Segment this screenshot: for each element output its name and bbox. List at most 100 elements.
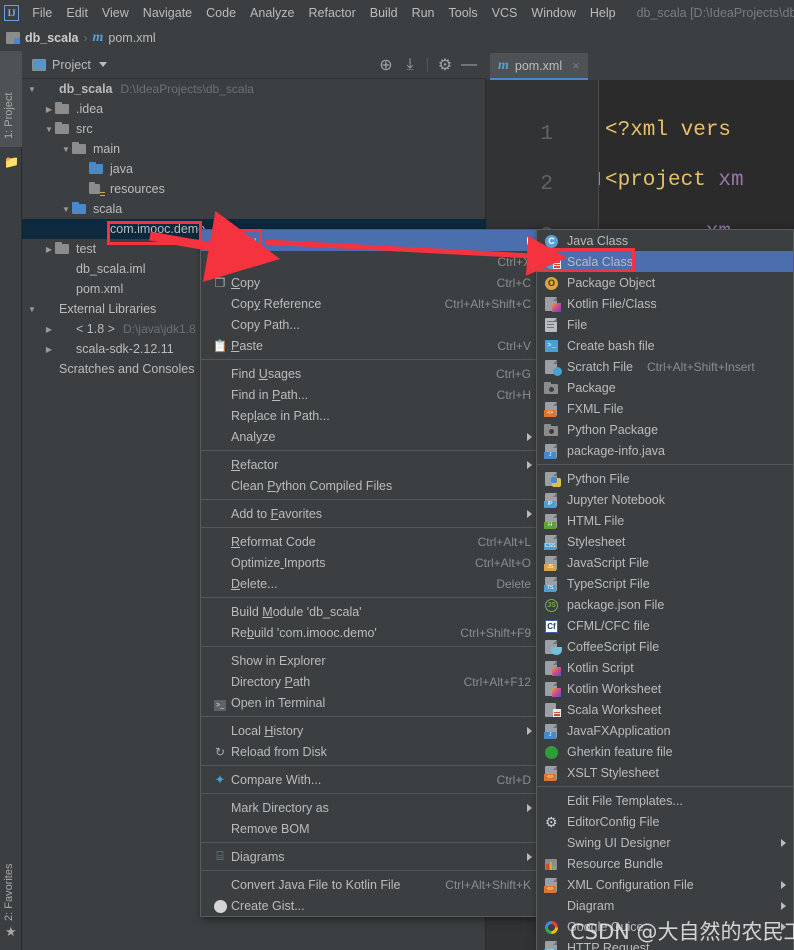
menu-run[interactable]: Run [405,4,442,22]
context-menu-item-compare-with[interactable]: ✦ Compare With... Ctrl+D [201,769,539,790]
submenu-item-swing-ui-designer[interactable]: Swing UI Designer [537,832,793,853]
context-menu-item-copy-path[interactable]: Copy Path... [201,314,539,335]
context-menu-item-replace-in-path[interactable]: Replace in Path... [201,405,539,426]
chevron-down-icon[interactable]: ▼ [43,125,55,134]
breadcrumb-project[interactable]: db_scala [25,31,79,45]
tree-node-java[interactable]: java [22,159,486,179]
submenu-item-stylesheet[interactable]: CSS Stylesheet [537,531,793,552]
submenu-item-python-package[interactable]: Python Package [537,419,793,440]
submenu-item-xslt-stylesheet[interactable]: <> XSLT Stylesheet [537,762,793,783]
submenu-item-html-file[interactable]: H HTML File [537,510,793,531]
folder-icon[interactable]: 📁 [4,155,19,169]
tool-button-project[interactable]: 1: Project [0,51,22,147]
chevron-right-icon[interactable]: ▶ [43,325,55,334]
chevron-down-icon[interactable]: ▼ [60,145,72,154]
submenu-item-coffeescript-file[interactable]: CoffeeScript File [537,636,793,657]
submenu-item-python-file[interactable]: Python File [537,468,793,489]
close-icon[interactable]: × [572,58,580,73]
submenu-item-fxml-file[interactable]: <> FXML File [537,398,793,419]
context-menu-item-open-in-terminal[interactable]: >_ Open in Terminal [201,692,539,713]
submenu-item-javafxapplication[interactable]: J JavaFXApplication [537,720,793,741]
tree-node-main[interactable]: ▼ main [22,139,486,159]
hide-icon[interactable]: — [458,54,480,76]
submenu-item-scala-worksheet[interactable]: Scala Worksheet [537,699,793,720]
chevron-right-icon[interactable]: ▶ [43,105,55,114]
context-menu-item-find-usages[interactable]: Find Usages Ctrl+G [201,363,539,384]
chevron-right-icon[interactable]: ▶ [43,345,55,354]
menu-build[interactable]: Build [363,4,405,22]
tree-node-resources[interactable]: resources [22,179,486,199]
tool-button-favorites[interactable]: 2: Favorites ★ [0,841,22,950]
submenu-item-scala-class[interactable]: Scala Class [537,251,793,272]
context-menu-item-find-in-path[interactable]: Find in Path... Ctrl+H [201,384,539,405]
context-menu-item-analyze[interactable]: Analyze [201,426,539,447]
context-menu-item-reformat-code[interactable]: Reformat Code Ctrl+Alt+L [201,531,539,552]
context-menu-item-build-module-db-scala[interactable]: Build Module 'db_scala' [201,601,539,622]
chevron-down-icon[interactable]: ▼ [60,205,72,214]
context-menu-item-diagrams[interactable]: ⌸ Diagrams [201,846,539,867]
submenu-item-package-object[interactable]: O Package Object [537,272,793,293]
context-menu-item-convert-java-file-to-kotlin-file[interactable]: Convert Java File to Kotlin File Ctrl+Alt… [201,874,539,895]
context-menu-item-clean-python-compiled-files[interactable]: Clean Python Compiled Files [201,475,539,496]
menu-view[interactable]: View [95,4,136,22]
context-menu-item-cut[interactable]: ✂ Cut Ctrl+X [201,251,539,272]
chevron-down-icon[interactable]: ▼ [26,85,38,94]
context-menu-item-add-to-favorites[interactable]: Add to Favorites [201,503,539,524]
submenu-item-cfml-cfc-file[interactable]: Cf CFML/CFC file [537,615,793,636]
submenu-item-diagram[interactable]: Diagram [537,895,793,916]
menu-vcs[interactable]: VCS [485,4,525,22]
menu-edit[interactable]: Edit [59,4,95,22]
context-menu-item-optimize-imports[interactable]: Optimize Imports Ctrl+Alt+O [201,552,539,573]
settings-gear-icon[interactable]: ⚙ [434,54,456,76]
submenu-item-java-class[interactable]: C Java Class [537,230,793,251]
context-menu-item-rebuild-com-imooc-demo[interactable]: Rebuild 'com.imooc.demo' Ctrl+Shift+F9 [201,622,539,643]
menu-analyze[interactable]: Analyze [243,4,301,22]
context-menu-item-reload-from-disk[interactable]: ↻ Reload from Disk [201,741,539,762]
submenu-item-kotlin-file-class[interactable]: Kotlin File/Class [537,293,793,314]
submenu-item-create-bash-file[interactable]: >_ Create bash file [537,335,793,356]
code-fold-icon[interactable]: − [599,172,602,191]
breadcrumb-file[interactable]: pom.xml [108,31,155,45]
context-menu-item-paste[interactable]: 📋 Paste Ctrl+V [201,335,539,356]
locate-icon[interactable]: ⊕ [375,54,397,76]
submenu-item-javascript-file[interactable]: JS JavaScript File [537,552,793,573]
submenu-item-kotlin-worksheet[interactable]: Kotlin Worksheet [537,678,793,699]
chevron-right-icon[interactable]: ▶ [43,245,55,254]
context-menu-item-directory-path[interactable]: Directory Path Ctrl+Alt+F12 [201,671,539,692]
submenu-item-package[interactable]: Package [537,377,793,398]
submenu-item-jupyter-notebook[interactable]: IP Jupyter Notebook [537,489,793,510]
menu-window[interactable]: Window [524,4,582,22]
collapse-all-icon[interactable]: ⤓ [399,54,421,76]
tree-node-scala[interactable]: ▼ scala [22,199,486,219]
submenu-item-kotlin-script[interactable]: Kotlin Script [537,657,793,678]
submenu-item-edit-file-templates[interactable]: Edit File Templates... [537,790,793,811]
chevron-down-icon[interactable] [98,62,107,67]
context-menu-item-refactor[interactable]: Refactor [201,454,539,475]
context-menu-item-local-history[interactable]: Local History [201,720,539,741]
submenu-item-gherkin-feature-file[interactable]: Gherkin feature file [537,741,793,762]
tree-node--idea[interactable]: ▶ .idea [22,99,486,119]
submenu-item-package-info-java[interactable]: Jpackage-info.java [537,440,793,461]
context-menu-item-copy-reference[interactable]: Copy Reference Ctrl+Alt+Shift+C [201,293,539,314]
menu-code[interactable]: Code [199,4,243,22]
context-menu-item-mark-directory-as[interactable]: Mark Directory as [201,797,539,818]
submenu-item-scratch-file[interactable]: Scratch File Ctrl+Alt+Shift+Insert [537,356,793,377]
submenu-item-editorconfig-file[interactable]: ⚙ EditorConfig File [537,811,793,832]
editor-tab-pom-xml[interactable]: m pom.xml × [490,53,588,80]
code-line[interactable]: <?xml vers [605,119,731,142]
code-line[interactable]: −<project xm [599,169,744,192]
menu-tools[interactable]: Tools [442,4,485,22]
context-menu-item-show-in-explorer[interactable]: Show in Explorer [201,650,539,671]
context-menu-item-delete[interactable]: Delete... Delete [201,573,539,594]
context-menu-item-create-gist[interactable]: Create Gist... [201,895,539,916]
context-menu-item-new[interactable]: New [201,230,539,251]
submenu-item-typescript-file[interactable]: TS TypeScript File [537,573,793,594]
menu-refactor[interactable]: Refactor [302,4,363,22]
submenu-item-xml-configuration-file[interactable]: <> XML Configuration File [537,874,793,895]
context-menu-item-copy[interactable]: ❐ Copy Ctrl+C [201,272,539,293]
submenu-item-file[interactable]: File [537,314,793,335]
context-menu-item-remove-bom[interactable]: Remove BOM [201,818,539,839]
menu-navigate[interactable]: Navigate [136,4,199,22]
menu-help[interactable]: Help [583,4,623,22]
tree-node-db-scala[interactable]: ▼ db_scala D:\IdeaProjects\db_scala [22,79,486,99]
